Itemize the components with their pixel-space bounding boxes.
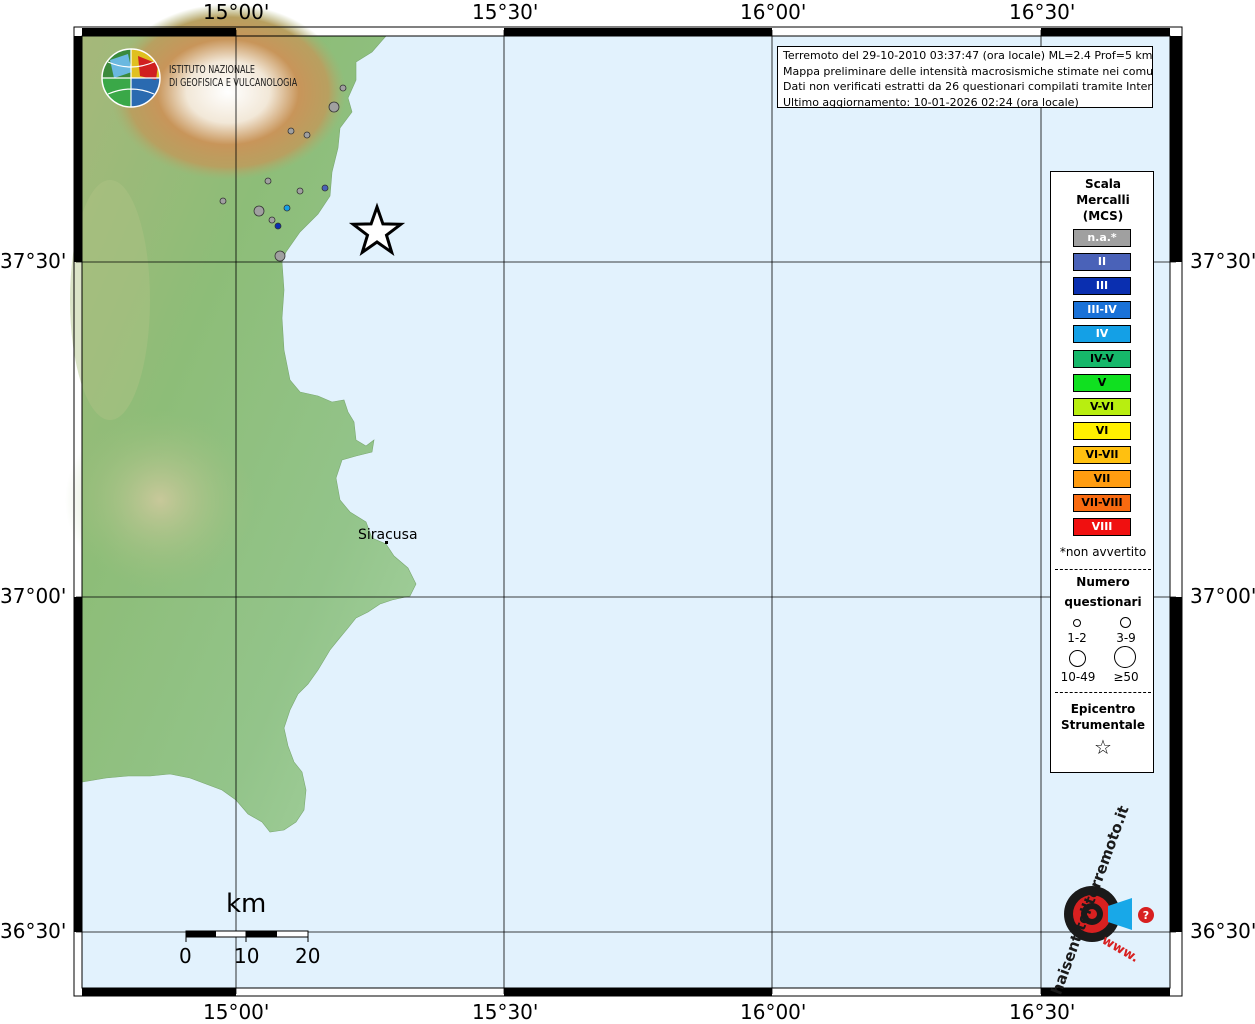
lat-label-left-3: 36°30' — [0, 919, 67, 943]
scale-tick-20: 20 — [295, 944, 321, 968]
legend-swatch-iii-iv: III-IV — [1073, 301, 1131, 320]
point-na — [268, 216, 276, 224]
legend-swatch-v: V — [1073, 373, 1131, 392]
point-iii — [274, 222, 282, 230]
legend-panel: Scala Mercalli (MCS) n.a.* II III III-IV IV I… — [1050, 171, 1154, 773]
legend-count-title-1: Numero — [1076, 575, 1130, 589]
lon-label-bottom-3: 16°00' — [740, 1000, 807, 1024]
scale-tick-10: 10 — [234, 944, 260, 968]
point-na — [339, 84, 347, 92]
legend-not-felt: *non avvertito — [1059, 545, 1147, 559]
lat-label-right-3: 36°30' — [1190, 919, 1255, 943]
count-label-3: 10-49 — [1060, 670, 1096, 684]
lon-label-bottom-1: 15°00' — [203, 1000, 270, 1024]
legend-scale-title-3: (MCS) — [1082, 209, 1124, 223]
legend-swatch-iv-v: IV-V — [1073, 349, 1131, 368]
lat-label-right-2: 37°00' — [1190, 584, 1255, 608]
svg-text:?: ? — [1143, 909, 1149, 922]
event-info-line2: Mappa preliminare delle intensità macros… — [783, 64, 1153, 78]
event-info-box: Terremoto del 29-10-2010 03:37:47 (ora l… — [777, 46, 1153, 108]
count-label-2: 3-9 — [1116, 631, 1136, 645]
lat-label-right-1: 37°30' — [1190, 249, 1255, 273]
lat-label-left-2: 37°00' — [0, 584, 67, 608]
event-info-line4: Ultimo aggiornamento: 10-01-2026 02:24 (… — [783, 95, 1079, 108]
legend-divider-2 — [1055, 692, 1151, 693]
lon-label-top-2: 15°30' — [472, 0, 539, 24]
event-info-line1: Terremoto del 29-10-2010 03:37:47 (ora l… — [783, 49, 1153, 62]
point-na — [264, 177, 272, 185]
lat-label-left-1: 37°30' — [0, 249, 67, 273]
point-na — [274, 250, 286, 262]
point-na — [328, 101, 340, 113]
count-circle-large — [1069, 650, 1086, 667]
legend-epi-title-2: Strumentale — [1060, 718, 1146, 732]
point-ii — [321, 184, 329, 192]
point-na — [303, 131, 311, 139]
legend-swatch-vii: VII — [1073, 470, 1131, 488]
legend-divider-1 — [1055, 569, 1151, 570]
lon-label-bottom-4: 16°30' — [1009, 1000, 1076, 1024]
legend-scale-title-1: Scala — [1084, 177, 1122, 191]
legend-swatch-vi: VI — [1073, 421, 1131, 440]
count-label-1: 1-2 — [1067, 631, 1087, 645]
point-na — [253, 205, 265, 217]
lon-label-top-1: 15°00' — [203, 0, 270, 24]
lon-label-top-3: 16°00' — [740, 0, 807, 24]
count-circle-xlarge — [1114, 646, 1136, 668]
iblei-relief — [65, 410, 255, 590]
scale-unit: km — [226, 889, 267, 919]
ingv-logo-text: ISTITUTO NAZIONALE DI GEOFISICA E VULCAN… — [169, 64, 297, 90]
legend-count-title-2: questionari — [1064, 595, 1142, 609]
point-na — [296, 187, 304, 195]
point-na — [287, 127, 295, 135]
ingv-logo-line2: DI GEOFISICA E VULCANOLOGIA — [169, 77, 298, 89]
legend-swatch-vii-viii: VII-VIII — [1073, 494, 1131, 513]
count-label-4: ≥50 — [1113, 670, 1139, 684]
ingv-logo-icon — [101, 48, 161, 108]
legend-epi-title-1: Epicentro — [1070, 702, 1136, 716]
lon-label-top-4: 16°30' — [1009, 0, 1076, 24]
legend-swatch-ii: II — [1073, 253, 1131, 272]
legend-swatch-n-a: n.a.* — [1073, 229, 1131, 247]
legend-swatch-v-vi: V-VI — [1073, 397, 1131, 416]
scale-tick-0: 0 — [179, 944, 192, 968]
event-info-line3: Dati non verificati estratti da 26 quest… — [783, 80, 1153, 93]
lon-label-bottom-2: 15°30' — [472, 1000, 539, 1024]
count-circle-medium — [1120, 617, 1131, 628]
count-circle-small — [1073, 619, 1081, 627]
legend-swatch-vi-vii: VI-VII — [1073, 445, 1131, 464]
legend-swatch-viii: VIII — [1073, 518, 1131, 537]
legend-epicenter-star-icon: ☆ — [1094, 735, 1112, 759]
ingv-logo-line1: ISTITUTO NAZIONALE — [169, 64, 256, 76]
legend-scale-title-2: Mercalli — [1076, 193, 1130, 207]
point-iv — [283, 204, 291, 212]
legend-swatch-iv: IV — [1073, 325, 1131, 344]
legend-swatch-iii: III — [1073, 277, 1131, 296]
city-label: Siracusa — [358, 527, 418, 543]
point-na — [219, 197, 227, 205]
